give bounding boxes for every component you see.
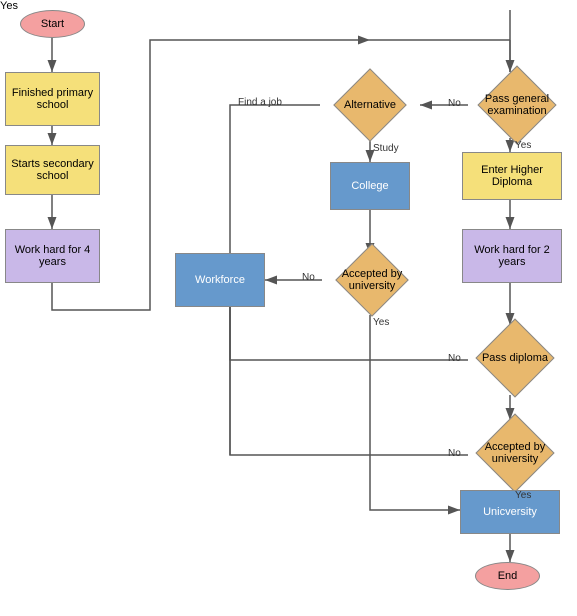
pass-general-diamond: Pass general examination xyxy=(462,72,572,138)
no4-label: No xyxy=(448,448,461,459)
yes3-label: Yes xyxy=(0,0,18,12)
work-hard-2-node: Work hard for 2 years xyxy=(462,229,562,283)
start-node: Start xyxy=(20,10,85,38)
enter-higher-node: Enter Higher Diploma xyxy=(462,152,562,200)
college-node: College xyxy=(330,162,410,210)
alternative-diamond: Alternative xyxy=(320,72,420,138)
find-a-job-label: Find a job xyxy=(238,97,282,108)
accepted-uni1-diamond: Accepted by university xyxy=(322,245,422,315)
pass-diploma-diamond: Pass diploma xyxy=(460,320,570,395)
flowchart: Start Finished primary school Starts sec… xyxy=(0,0,577,616)
yes2-label: Yes xyxy=(373,317,389,328)
yes1-label: Yes xyxy=(515,140,531,151)
work-hard-4-node: Work hard for 4 years xyxy=(5,229,100,283)
yes4-label: Yes xyxy=(515,490,531,501)
accepted-uni2-diamond: Accepted by university xyxy=(460,415,570,490)
no1-label: No xyxy=(448,98,461,109)
end-node: End xyxy=(475,562,540,590)
starts-secondary-node: Starts secondary school xyxy=(5,145,100,195)
no2-label: No xyxy=(302,272,315,283)
no3-label: No xyxy=(448,353,461,364)
university-node: Unicversity xyxy=(460,490,560,534)
study-label: Study xyxy=(373,143,399,154)
workforce-node: Workforce xyxy=(175,253,265,307)
finished-primary-node: Finished primary school xyxy=(5,72,100,126)
